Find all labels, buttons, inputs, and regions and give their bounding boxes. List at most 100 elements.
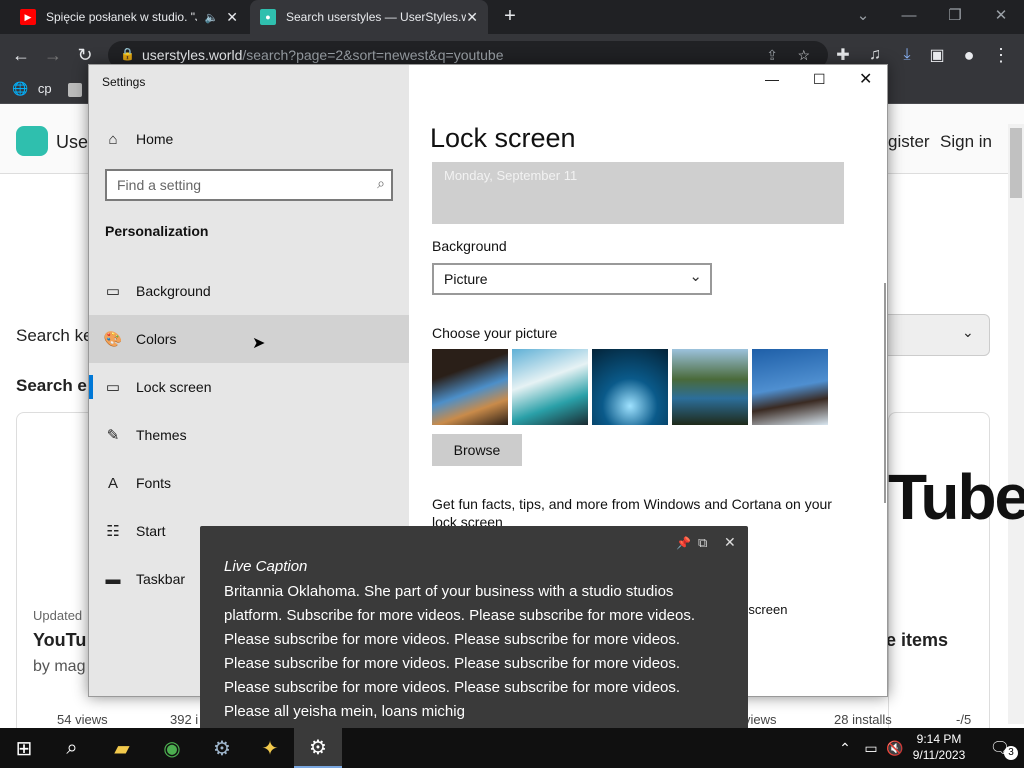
lock-screen-preview: Monday, September 11	[432, 162, 844, 224]
lock-icon: 🔒	[120, 47, 135, 61]
chevron-down-icon: ⌄	[689, 268, 702, 285]
minimize-icon[interactable]: —	[886, 0, 932, 30]
picture-thumbnail[interactable]	[512, 349, 588, 425]
site-brand[interactable]: Use	[56, 132, 88, 153]
picture-thumbnail[interactable]	[672, 349, 748, 425]
nav-fonts[interactable]: A Fonts	[89, 459, 409, 507]
tab-title: Spięcie posłanek w studio. "J	[46, 10, 197, 24]
background-label: Background	[432, 238, 507, 254]
tab-search-icon[interactable]: ⌄	[840, 0, 886, 30]
card-installs: 392 i	[170, 712, 199, 727]
card-preview-text: Tube	[888, 461, 1024, 533]
restore-icon[interactable]: ❐	[932, 0, 978, 30]
window-title: Settings	[102, 75, 146, 89]
nav-label: Fonts	[136, 475, 172, 491]
volume-muted-icon[interactable]: 🔇	[882, 728, 908, 768]
nav-colors[interactable]: 🎨 Colors ➤	[89, 315, 409, 363]
picture-thumbnail[interactable]	[592, 349, 668, 425]
themes-icon: ✎	[106, 427, 120, 444]
bookmark-app-icon[interactable]	[68, 83, 82, 97]
picture-thumbnail[interactable]	[432, 349, 508, 425]
speaker-icon[interactable]: 🔈	[205, 11, 219, 24]
caption-line: Please all yeisha mein, loans michig	[224, 703, 465, 720]
picture-thumbnail[interactable]	[752, 349, 828, 425]
card-views: views	[744, 712, 777, 727]
nav-home-label: Home	[136, 131, 174, 147]
nav-label: Themes	[136, 427, 187, 443]
background-dropdown[interactable]: Picture ⌄	[432, 263, 712, 295]
taskbar-icon: ▬	[105, 570, 121, 588]
card-installs: 28 installs	[834, 712, 892, 727]
caption-line: platform. Subscribe for more videos. Ple…	[224, 607, 696, 624]
steam-icon[interactable]: ⚙	[198, 728, 246, 768]
url-path: /search?page=2&sort=newest&q=youtube	[242, 47, 504, 63]
bookmark-cp[interactable]: 🌐 cp	[12, 81, 52, 97]
section-heading: Personalization	[105, 223, 209, 239]
start-icon: ☷	[106, 523, 120, 540]
side-panel-icon[interactable]: ▣	[922, 34, 952, 76]
close-tab-icon[interactable]: ✕	[466, 9, 478, 26]
forward-icon[interactable]: →	[38, 34, 68, 76]
notification-icon[interactable]: 🗨	[976, 728, 1024, 768]
search-icon[interactable]: ⌕	[48, 728, 96, 768]
clock-date: 9/11/2023	[912, 748, 966, 762]
card-title[interactable]: e items	[886, 630, 948, 651]
nav-background[interactable]: ▭ Background	[89, 267, 409, 315]
mouse-cursor-icon: ➤	[252, 335, 266, 352]
tab-userstyles[interactable]: ● Search userstyles — UserStyles.w ✕	[250, 0, 488, 34]
card-rating: -/5	[956, 712, 972, 727]
sign-in-link[interactable]: Sign in	[940, 132, 992, 152]
new-tab-button[interactable]: +	[498, 4, 522, 28]
windows-start-icon[interactable]: ⊞	[0, 728, 48, 768]
menu-icon[interactable]: ⋮	[986, 34, 1016, 76]
download-icon[interactable]: ⤓	[892, 34, 922, 76]
close-icon[interactable]: ✕	[859, 69, 872, 89]
profile-icon[interactable]: ●	[954, 34, 984, 76]
tab-title: Search userstyles — UserStyles.w	[286, 10, 467, 24]
file-explorer-icon[interactable]: ▰	[98, 728, 146, 768]
browse-button[interactable]: Browse	[432, 434, 522, 466]
nav-label: Background	[136, 283, 211, 299]
show-hidden-icons[interactable]: ⌃	[830, 728, 860, 768]
nav-label: Taskbar	[136, 571, 186, 587]
notification-badge: 3	[1004, 746, 1018, 760]
picture-icon: ▭	[105, 283, 121, 300]
search-input[interactable]: Find a setting ⌕	[105, 169, 393, 201]
share-icon[interactable]: ⇪	[766, 47, 778, 64]
minimize-icon[interactable]: —	[765, 71, 779, 87]
close-tab-icon[interactable]: ✕	[226, 9, 238, 26]
settings-app-icon[interactable]: ⚙	[294, 728, 342, 768]
site-logo-icon[interactable]	[16, 126, 48, 156]
caption-line: Britannia Oklahoma. She part of your bus…	[224, 583, 674, 600]
close-icon[interactable]: ✕	[724, 534, 736, 551]
maximize-icon[interactable]: ☐	[813, 71, 826, 88]
scrollbar-thumb[interactable]	[1010, 128, 1022, 198]
nav-label: Lock screen	[136, 379, 212, 395]
back-icon[interactable]: ←	[6, 34, 36, 76]
windows-taskbar: ⊞ ⌕ ▰ ◉ ⚙ ✦ ⚙ ⌃ ▭ 🔇 9:14 PM 9/11/2023 🗨 …	[0, 728, 1024, 768]
game-app-icon[interactable]: ✦	[246, 728, 294, 768]
caption-line: Please subscribe for more videos. Please…	[224, 631, 681, 648]
nav-lock-screen[interactable]: ▭ Lock screen	[89, 363, 409, 411]
page-scrollbar[interactable]	[1008, 124, 1024, 724]
bookmark-star-icon[interactable]: ☆	[797, 47, 810, 64]
register-link[interactable]: gister	[888, 132, 930, 152]
search-label: Search ke	[16, 326, 93, 345]
card-title[interactable]: YouTu	[33, 630, 86, 651]
content-scrollbar[interactable]	[884, 283, 886, 503]
fonts-icon: A	[107, 474, 118, 492]
pin-icon[interactable]: 📌	[676, 536, 691, 550]
caption-line: Please subscribe for more videos. Please…	[224, 655, 681, 672]
close-window-icon[interactable]: ✕	[978, 0, 1024, 30]
nav-home[interactable]: ⌂ Home	[89, 115, 409, 163]
chrome-icon[interactable]: ◉	[148, 728, 196, 768]
clock[interactable]: 9:14 PM 9/11/2023	[908, 731, 970, 763]
nav-themes[interactable]: ✎ Themes	[89, 411, 409, 459]
card-author[interactable]: by mag	[33, 658, 85, 676]
expand-icon[interactable]: ⧉	[698, 535, 707, 551]
network-icon[interactable]: ▭	[858, 728, 884, 768]
palette-icon: 🎨	[103, 331, 123, 348]
tab-youtube[interactable]: ▶ Spięcie posłanek w studio. "J 🔈 ✕	[10, 0, 248, 34]
chevron-down-icon: ⌄	[962, 324, 974, 340]
caption-line: Please subscribe for more videos. Please…	[224, 679, 681, 696]
